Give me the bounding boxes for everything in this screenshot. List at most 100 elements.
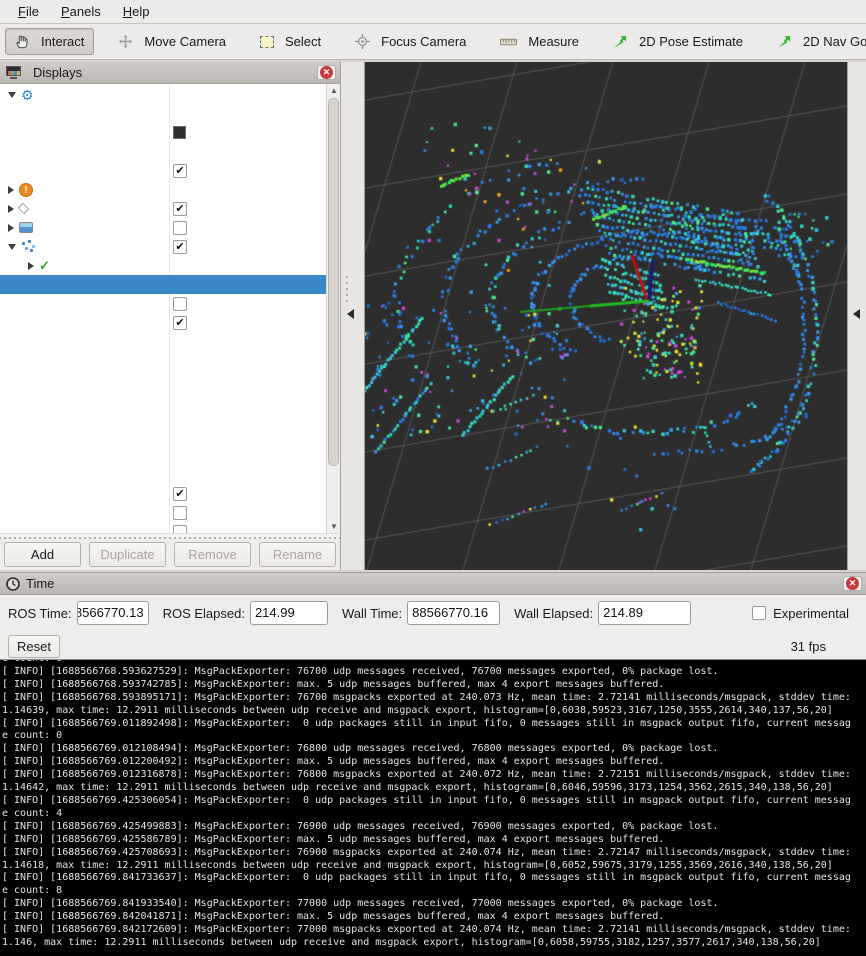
experimental-label: Experimental [773, 606, 849, 621]
menu-file[interactable]: File [8, 1, 49, 22]
time-field-label: Wall Time: [342, 606, 402, 621]
log-line: [ INFO] [1688566769.425306054]: MsgPackE… [2, 795, 851, 808]
property-checkbox[interactable]: ✔ [173, 164, 187, 178]
tree-row-style[interactable] [0, 332, 326, 351]
expander-down-icon[interactable] [8, 244, 16, 250]
property-checkbox[interactable] [173, 221, 187, 235]
scrollbar-thumb[interactable] [328, 98, 339, 466]
tool-interact[interactable]: Interact [5, 28, 94, 55]
displays-close-button[interactable]: ✕ [317, 65, 336, 80]
displays-tree: ⚙ ✔! ✔ ✔ ✓ ✔ ✔ [0, 85, 326, 533]
image-icon [19, 222, 33, 233]
tree-row-grid[interactable]: ✔ [0, 199, 326, 218]
scroll-up-icon[interactable]: ▲ [327, 84, 340, 97]
tree-row-selectable[interactable]: ✔ [0, 313, 326, 332]
tool-select[interactable]: Select [250, 28, 331, 55]
collapse-right-icon[interactable] [853, 309, 860, 319]
expander-down-icon[interactable] [8, 92, 16, 98]
select-box-icon [260, 36, 274, 48]
log-line: [ INFO] [1688566769.011892498]: MsgPackE… [2, 718, 851, 731]
property-checkbox[interactable] [173, 506, 187, 520]
displays-buttons-row: Add Duplicate Remove Rename [0, 539, 340, 570]
tree-row-partial[interactable] [0, 522, 326, 533]
tree-row-background-color[interactable] [0, 123, 326, 142]
tree-row-pointcloud2[interactable]: ✔ [0, 237, 326, 256]
log-line: e count: 8 [2, 885, 851, 898]
property-checkbox[interactable]: ✔ [173, 316, 187, 330]
expander-right-icon[interactable] [8, 224, 14, 232]
time-fields-row: ROS Time:88566770.13ROS Elapsed:214.99Wa… [0, 594, 866, 632]
tree-row-position-transf[interactable] [0, 408, 326, 427]
displays-panel-header: Displays ✕ [0, 62, 340, 84]
expander-right-icon[interactable] [28, 262, 34, 270]
log-line: [ INFO] [1688566769.841733637]: MsgPackE… [2, 872, 851, 885]
gear-icon: ⚙ [21, 88, 34, 102]
time-field-input[interactable]: 214.99 [250, 601, 328, 625]
log-line: e count: 0 [2, 730, 851, 743]
tree-row-default-light[interactable]: ✔ [0, 161, 326, 180]
log-line: [ INFO] [1688566769.012108494]: MsgPackE… [2, 743, 851, 756]
tool-measure[interactable]: Measure [490, 28, 589, 55]
duplicate-button[interactable]: Duplicate [89, 542, 166, 567]
tool-2d-nav-goal[interactable]: 2D Nav Goal [767, 28, 866, 55]
tree-row-unreliable[interactable] [0, 294, 326, 313]
menu-panels[interactable]: Panels [51, 1, 111, 22]
tree-row-global-options[interactable]: ⚙ [0, 85, 326, 104]
tree-row-status-ok[interactable]: ✓ [0, 256, 326, 275]
property-checkbox[interactable] [173, 297, 187, 311]
right-splitter[interactable] [847, 62, 866, 570]
displays-tree-scrollbar[interactable]: ▲ ▼ [326, 84, 340, 533]
rename-button[interactable]: Rename [259, 542, 336, 567]
time-field-label: ROS Time: [8, 606, 72, 621]
log-line: [ INFO] [1688566768.593627529]: MsgPackE… [2, 666, 851, 679]
pointcloud-icon [21, 240, 35, 253]
time-field-input[interactable]: 88566770.13 [77, 601, 149, 625]
tool-move-camera[interactable]: Move Camera [108, 28, 236, 55]
move-camera-icon [118, 34, 133, 49]
collapse-left-icon[interactable] [347, 309, 354, 319]
tree-row-use-rainbow[interactable]: ✔ [0, 484, 326, 503]
scroll-down-icon[interactable]: ▼ [327, 520, 340, 533]
tree-row-color-transfor[interactable] [0, 427, 326, 446]
tree-row-topic[interactable] [0, 275, 326, 294]
property-checkbox[interactable]: ✔ [173, 202, 187, 216]
terminal-log[interactable]: e count: 0 [ INFO] [1688566768.593627529]… [0, 660, 866, 956]
log-line: [ INFO] [1688566768.593742785]: MsgPackE… [2, 679, 851, 692]
log-line: [ INFO] [1688566769.842172609]: MsgPackE… [2, 924, 851, 937]
property-checkbox[interactable]: ✔ [173, 240, 187, 254]
property-checkbox[interactable] [173, 525, 187, 534]
menu-help[interactable]: Help [113, 1, 160, 22]
tree-row-size-pixels[interactable] [0, 351, 326, 370]
expander-right-icon[interactable] [8, 205, 14, 213]
tool-2d-pose-estimate[interactable]: 2D Pose Estimate [603, 28, 753, 55]
clock-icon [6, 577, 20, 591]
green-arrow-icon [613, 34, 628, 49]
time-field-input[interactable]: 214.89 [598, 601, 691, 625]
time-field-label: Wall Elapsed: [514, 606, 593, 621]
log-line: [ INFO] [1688566769.841933540]: MsgPackE… [2, 898, 851, 911]
tree-row-invert-rainbow[interactable] [0, 503, 326, 522]
add-button[interactable]: Add [4, 542, 81, 567]
log-line: [ INFO] [1688566768.593895171]: MsgPackE… [2, 692, 851, 705]
tree-row-queue-size[interactable] [0, 446, 326, 465]
expander-right-icon[interactable] [8, 186, 14, 194]
property-checkbox[interactable]: ✔ [173, 487, 187, 501]
reset-button[interactable]: Reset [8, 635, 60, 658]
left-splitter[interactable] [341, 62, 365, 570]
fps-label: 31 fps [791, 639, 826, 654]
tool-focus-camera[interactable]: Focus Camera [345, 28, 476, 55]
experimental-checkbox[interactable] [752, 606, 766, 620]
tree-row-fixed-frame[interactable] [0, 104, 326, 123]
remove-button[interactable]: Remove [174, 542, 251, 567]
tree-row-alpha[interactable] [0, 370, 326, 389]
render-view[interactable] [365, 62, 847, 570]
tree-row-global-status[interactable]: ! [0, 180, 326, 199]
displays-panel-icon [6, 66, 21, 79]
tree-row-frame-rate[interactable] [0, 142, 326, 161]
tree-row-image[interactable] [0, 218, 326, 237]
tree-row-decay-time[interactable] [0, 389, 326, 408]
tree-row-channel-name[interactable] [0, 465, 326, 484]
log-line: [ INFO] [1688566769.425708693]: MsgPackE… [2, 847, 851, 860]
time-close-button[interactable]: ✕ [843, 576, 862, 591]
time-field-input[interactable]: 88566770.16 [407, 601, 500, 625]
